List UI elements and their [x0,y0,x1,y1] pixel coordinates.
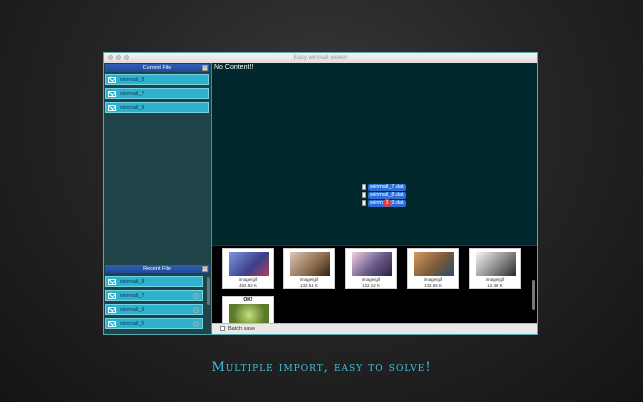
remove-icon[interactable]: × [193,293,199,299]
attachment-type: image/gif [238,277,258,282]
attachment-scrollbar[interactable] [532,280,535,310]
current-file-item[interactable]: winmail_9 [105,102,209,113]
drag-item: winmail_8.dat [362,191,406,199]
document-icon [362,192,366,198]
current-file-header: Current File – [105,64,209,72]
attachment-thumbnail[interactable]: image/gif 482.82 K [222,248,274,289]
file-label: winmail_9 [120,104,145,111]
mail-icon [108,76,116,83]
image-thumbnail-icon [352,252,392,276]
attachment-thumbnail[interactable]: OK! [222,296,274,326]
remove-icon[interactable]: × [193,321,199,327]
drag-count-badge: 3 [383,198,391,207]
attachment-type: image/gif [423,277,443,282]
document-icon [362,200,366,206]
image-thumbnail-icon [476,252,516,276]
file-label: winmail_8 [120,278,145,285]
current-file-title: Current File [142,65,172,71]
recent-file-collapse-button[interactable]: – [202,266,208,272]
drag-item-name: winmail_7.dat [368,183,406,191]
current-file-list: winmail_8 winmail_7 winmail_9 [105,74,209,116]
drag-item: winmail_9.dat 3 [362,198,406,207]
document-icon [362,184,366,190]
drag-item-name: winmail_9.dat 3 [368,198,406,207]
recent-file-list: winmail_8 winmail_7 × winmail_9 × winmai… [105,276,203,332]
attachment-size: 132.65 K [423,283,442,288]
drag-item: winmail_7.dat [362,183,406,191]
attachment-size: 482.82 K [238,283,257,288]
attachment-thumbnail[interactable]: image/gif 12.38 K [469,248,521,289]
recent-file-item[interactable]: winmail_5 × [105,318,203,329]
attachment-thumbnail[interactable]: image/gif 132.51 K [283,248,335,289]
attachment-type: image/gif [361,277,381,282]
image-thumbnail-icon [414,252,454,276]
mail-icon [108,104,116,111]
current-file-collapse-button[interactable]: – [202,65,208,71]
file-label: winmail_8 [120,76,145,83]
image-thumbnail-icon [290,252,330,276]
app-window: Easy winmail viewer Current File – winma… [103,52,538,335]
attachment-thumbnail[interactable]: image/gif 132.65 K [407,248,459,289]
tagline: Multiple import, easy to solve! [211,360,432,375]
window-title: Easy winmail viewer [293,55,348,61]
attachment-thumbnail[interactable]: image/gif 122.12 K [345,248,397,289]
recent-file-title: Recent File [143,266,171,272]
recent-file-item[interactable]: winmail_8 [105,276,203,287]
attachment-ok-label: OK! [243,297,253,303]
attachment-size: 132.51 K [299,283,318,288]
recent-file-header: Recent File – [105,265,209,273]
file-label: winmail_9 [120,306,145,313]
attachment-size: 122.12 K [361,283,380,288]
attachment-strip: image/gif 482.82 K image/gif 132.51 K im… [212,245,537,326]
recent-file-item[interactable]: winmail_7 × [105,290,203,301]
file-label: winmail_7 [120,292,145,299]
left-panel: Current File – winmail_8 winmail_7 winma… [104,63,212,334]
recent-file-item[interactable]: winmail_9 × [105,304,203,315]
recent-scrollbar[interactable] [207,277,210,305]
attachment-type: image/gif [299,277,319,282]
current-file-item[interactable]: winmail_8 [105,74,209,85]
mail-icon [108,306,116,313]
image-thumbnail-icon [229,252,269,276]
current-file-item[interactable]: winmail_7 [105,88,209,99]
drag-item-name: winmail_8.dat [368,191,406,199]
mail-icon [108,278,116,285]
batch-save-label: Batch save [228,326,256,332]
batch-bar: Batch save [212,323,537,334]
mail-icon [108,90,116,97]
remove-icon[interactable]: × [193,307,199,313]
mail-icon [108,320,116,327]
attachment-type: image/gif [485,277,505,282]
file-label: winmail_7 [120,90,145,97]
attachment-size: 12.38 K [487,283,503,288]
empty-message: No Content!! [214,64,254,71]
batch-save-checkbox[interactable] [220,326,225,331]
file-label: winmail_5 [120,320,145,327]
drag-preview: winmail_7.dat winmail_8.dat winmail_9.da… [362,183,406,207]
content-area: No Content!! winmail_7.dat winmail_8.dat… [212,63,537,245]
mail-icon [108,292,116,299]
